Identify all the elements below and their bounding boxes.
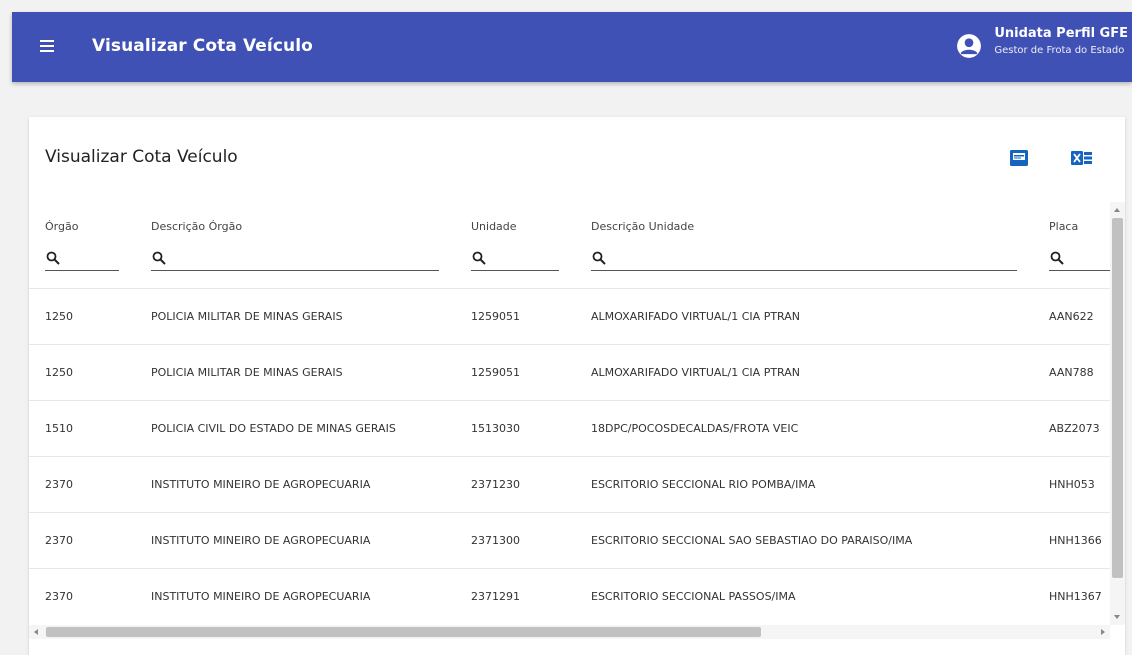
table-header: Órgão Descrição Órgão Unidade Descrição …: [29, 202, 1110, 288]
table-row[interactable]: 1510 POLICIA CIVIL DO ESTADO DE MINAS GE…: [29, 400, 1110, 456]
table-row[interactable]: 2370 INSTITUTO MINEIRO DE AGROPECUARIA 2…: [29, 512, 1110, 568]
cell-placa: AAN622: [1049, 310, 1094, 323]
cell-descricao-orgao: INSTITUTO MINEIRO DE AGROPECUARIA: [151, 590, 371, 603]
cell-placa: ABZ2073: [1049, 422, 1100, 435]
cell-placa: HNH053: [1049, 478, 1095, 491]
cell-descricao-orgao: POLICIA CIVIL DO ESTADO DE MINAS GERAIS: [151, 422, 396, 435]
column-descricao-orgao: Descrição Órgão: [151, 220, 439, 271]
scroll-right-icon[interactable]: [1101, 629, 1105, 635]
cell-descricao-orgao: INSTITUTO MINEIRO DE AGROPECUARIA: [151, 534, 371, 547]
horizontal-scroll-thumb[interactable]: [46, 627, 761, 637]
search-icon: [1050, 251, 1064, 265]
scroll-down-icon[interactable]: [1114, 615, 1120, 619]
quota-card: Visualizar Cota Veículo Órgão Descrição …: [29, 117, 1125, 655]
column-label: Descrição Unidade: [591, 220, 695, 233]
filter-orgao[interactable]: [45, 248, 119, 271]
filter-input-placa[interactable]: [1069, 248, 1108, 268]
user-role: Gestor de Frota do Estado: [994, 45, 1125, 56]
cell-descricao-unidade: ESCRITORIO SECCIONAL RIO POMBA/IMA: [591, 478, 816, 491]
column-placa: Placa: [1049, 220, 1110, 271]
cell-unidade: 2371300: [471, 534, 520, 547]
cell-orgao: 2370: [45, 590, 73, 603]
column-label: Descrição Órgão: [151, 220, 243, 233]
filter-input-orgao[interactable]: [65, 248, 117, 268]
column-label: Placa: [1049, 220, 1079, 233]
table-row[interactable]: 1250 POLICIA MILITAR DE MINAS GERAIS 125…: [29, 344, 1110, 400]
cell-descricao-unidade: ESCRITORIO SECCIONAL SAO SEBASTIAO DO PA…: [591, 534, 913, 547]
column-label: Unidade: [471, 220, 517, 233]
column-unidade: Unidade: [471, 220, 559, 271]
table-body: 1250 POLICIA MILITAR DE MINAS GERAIS 125…: [29, 288, 1110, 624]
cell-descricao-unidade: ALMOXARIFADO VIRTUAL/1 CIA PTRAN: [591, 310, 800, 323]
search-icon: [592, 251, 606, 265]
cell-unidade: 2371230: [471, 478, 520, 491]
filter-descricao-unidade[interactable]: [591, 248, 1017, 271]
filter-unidade[interactable]: [471, 248, 559, 271]
user-profile[interactable]: Unidata Perfil GFE Gestor de Frota do Es…: [957, 26, 1128, 66]
quota-table: Órgão Descrição Órgão Unidade Descrição …: [29, 202, 1110, 625]
search-icon: [46, 251, 60, 265]
cell-unidade: 1513030: [471, 422, 520, 435]
pdf-icon[interactable]: [1010, 148, 1028, 168]
filter-input-unidade[interactable]: [491, 248, 557, 268]
cell-orgao: 2370: [45, 534, 73, 547]
search-icon: [472, 251, 486, 265]
app-bar: Visualizar Cota Veículo Unidata Perfil G…: [12, 12, 1132, 82]
cell-descricao-unidade: 18DPC/POCOSDECALDAS/FROTA VEIC: [591, 422, 799, 435]
filter-descricao-orgao[interactable]: [151, 248, 439, 271]
user-name: Unidata Perfil GFE: [994, 26, 1128, 41]
filter-placa[interactable]: [1049, 248, 1110, 271]
cell-unidade: 1259051: [471, 366, 520, 379]
filter-input-descricao-orgao[interactable]: [171, 248, 437, 268]
cell-unidade: 1259051: [471, 310, 520, 323]
cell-descricao-unidade: ALMOXARIFADO VIRTUAL/1 CIA PTRAN: [591, 366, 800, 379]
scroll-up-icon[interactable]: [1114, 208, 1120, 212]
column-descricao-unidade: Descrição Unidade: [591, 220, 1017, 271]
cell-descricao-orgao: POLICIA MILITAR DE MINAS GERAIS: [151, 310, 343, 323]
excel-icon[interactable]: [1071, 148, 1093, 168]
cell-placa: AAN788: [1049, 366, 1094, 379]
search-icon: [152, 251, 166, 265]
cell-orgao: 2370: [45, 478, 73, 491]
cell-unidade: 2371291: [471, 590, 520, 603]
cell-descricao-orgao: POLICIA MILITAR DE MINAS GERAIS: [151, 366, 343, 379]
page-title: Visualizar Cota Veículo: [45, 147, 238, 167]
scroll-left-icon[interactable]: [34, 629, 38, 635]
vertical-scrollbar[interactable]: [1110, 202, 1125, 625]
cell-orgao: 1510: [45, 422, 73, 435]
vertical-scroll-thumb[interactable]: [1112, 218, 1123, 578]
account-circle-icon: [957, 34, 982, 58]
cell-placa: HNH1367: [1049, 590, 1102, 603]
filter-input-descricao-unidade[interactable]: [611, 248, 1015, 268]
table-row[interactable]: 2370 INSTITUTO MINEIRO DE AGROPECUARIA 2…: [29, 456, 1110, 512]
table-row[interactable]: 1250 POLICIA MILITAR DE MINAS GERAIS 125…: [29, 288, 1110, 344]
column-label: Órgão: [45, 220, 79, 233]
horizontal-scrollbar[interactable]: [29, 625, 1110, 639]
menu-icon[interactable]: [40, 40, 54, 52]
table-row[interactable]: 2370 INSTITUTO MINEIRO DE AGROPECUARIA 2…: [29, 568, 1110, 624]
cell-orgao: 1250: [45, 366, 73, 379]
cell-descricao-orgao: INSTITUTO MINEIRO DE AGROPECUARIA: [151, 478, 371, 491]
cell-descricao-unidade: ESCRITORIO SECCIONAL PASSOS/IMA: [591, 590, 796, 603]
cell-orgao: 1250: [45, 310, 73, 323]
cell-placa: HNH1366: [1049, 534, 1102, 547]
column-orgao: Órgão: [45, 220, 119, 271]
app-title: Visualizar Cota Veículo: [92, 36, 313, 56]
